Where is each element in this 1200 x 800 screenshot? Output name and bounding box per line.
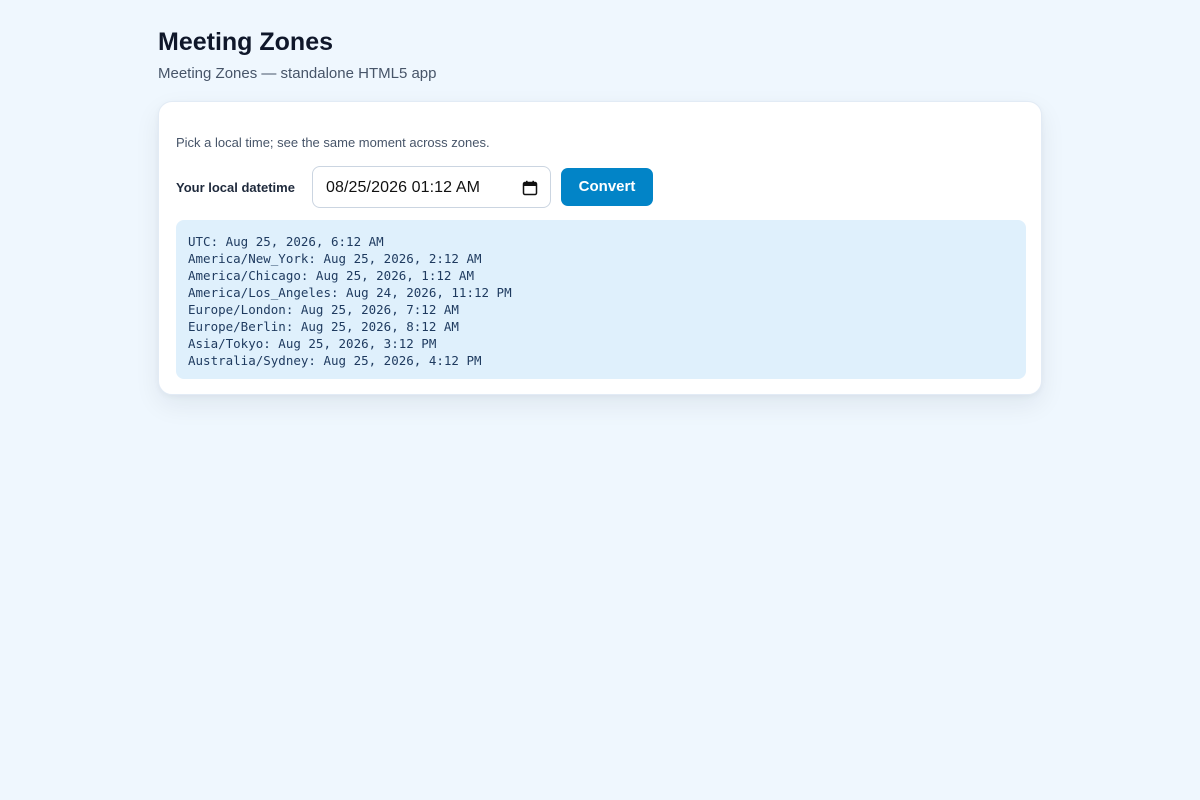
result-line: Europe/Berlin: Aug 25, 2026, 8:12 AM	[188, 319, 459, 334]
page-title: Meeting Zones	[158, 28, 334, 56]
result-line: America/Chicago: Aug 25, 2026, 1:12 AM	[188, 268, 474, 283]
local-datetime-input[interactable]: 08/25/2026 01:12 AM	[312, 166, 551, 208]
results-panel: UTC: Aug 25, 2026, 6:12 AM America/New_Y…	[176, 220, 1026, 379]
calendar-icon[interactable]	[522, 180, 538, 196]
result-line: Australia/Sydney: Aug 25, 2026, 4:12 PM	[188, 353, 482, 368]
page-subtitle: Meeting Zones — standalone HTML5 app	[158, 65, 437, 82]
converter-card: Pick a local time; see the same moment a…	[158, 101, 1042, 395]
instructions-text: Pick a local time; see the same moment a…	[176, 135, 490, 150]
convert-button[interactable]: Convert	[561, 168, 653, 206]
datetime-label: Your local datetime	[176, 180, 295, 195]
result-line: Asia/Tokyo: Aug 25, 2026, 3:12 PM	[188, 336, 437, 351]
result-line: UTC: Aug 25, 2026, 6:12 AM	[188, 234, 384, 249]
result-line: America/Los_Angeles: Aug 24, 2026, 11:12…	[188, 285, 512, 300]
datetime-input-value: 08/25/2026 01:12 AM	[326, 179, 481, 196]
result-line: Europe/London: Aug 25, 2026, 7:12 AM	[188, 302, 459, 317]
result-line: America/New_York: Aug 25, 2026, 2:12 AM	[188, 251, 482, 266]
